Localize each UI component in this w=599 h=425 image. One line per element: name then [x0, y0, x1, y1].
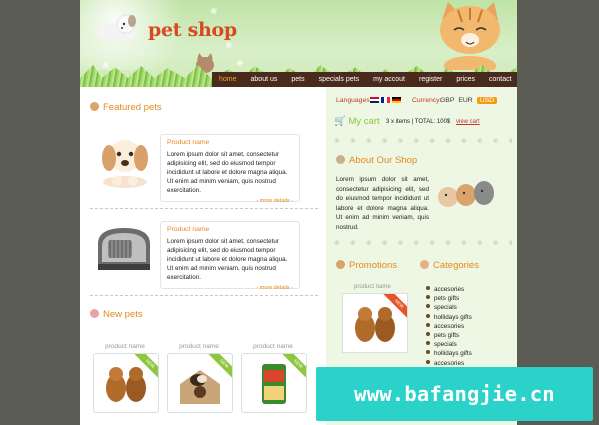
divider	[90, 208, 318, 209]
category-item[interactable]: pets gifts	[426, 294, 472, 303]
languages-label: Languages:	[336, 97, 372, 104]
category-item[interactable]: hollidays gifts	[426, 313, 472, 322]
paw-icon: ❀	[236, 58, 244, 68]
flag-en-icon[interactable]	[370, 97, 379, 103]
currency-gbp[interactable]: GBP	[440, 97, 454, 104]
header: pet shop ❀ ❀ ❀ ❀ home about us pets spec…	[80, 0, 517, 87]
watermark-banner: www.bafangjie.cn	[316, 367, 593, 421]
site-logo[interactable]: pet shop	[148, 19, 237, 41]
featured-item-card: Product name Lorem ipsum dolor sit amet,…	[160, 134, 300, 204]
new-pets-heading: New pets	[90, 309, 143, 320]
nav-item-pets[interactable]: pets	[284, 76, 311, 83]
paw-icon: ❀	[210, 6, 218, 16]
category-item[interactable]: specials	[426, 340, 472, 349]
nav-item-register[interactable]: register	[412, 76, 449, 83]
pet-head-icon	[90, 309, 99, 318]
nav-item-about-us[interactable]: about us	[244, 76, 285, 83]
product-frame[interactable]: NEW	[93, 353, 159, 413]
product-name[interactable]: Product name	[167, 139, 293, 146]
new-pet-item[interactable]: product name NEW	[93, 343, 159, 413]
product-name[interactable]: product name	[167, 343, 231, 350]
new-pet-item[interactable]: product name NEW	[241, 343, 307, 413]
nav-item-my-account[interactable]: my accout	[366, 76, 412, 83]
promotions-heading: Promotions	[336, 260, 397, 271]
paw-divider: ❀❀❀❀❀❀❀❀❀❀❀❀	[334, 138, 512, 145]
category-item[interactable]: pets gifts	[426, 331, 472, 340]
categories-heading: Categories	[420, 260, 479, 271]
more-details-link[interactable]: - more details -	[167, 285, 293, 291]
currency-options: GBP EUR USD	[436, 97, 498, 104]
about-title: About Our Shop	[349, 155, 418, 166]
more-details-link[interactable]: - more details -	[167, 198, 293, 204]
paw-divider: ❀❀❀❀❀❀❀❀❀❀❀❀	[334, 240, 512, 247]
nav-item-home[interactable]: home	[212, 76, 244, 83]
pets-group-image	[438, 181, 494, 207]
pet-head-icon	[90, 102, 99, 111]
puppy-image[interactable]	[95, 132, 155, 190]
product-description: Lorem ipsum dolor sit amet, consectetur …	[167, 238, 288, 281]
promotions-title: Promotions	[349, 260, 398, 271]
pet-head-icon	[336, 155, 345, 164]
new-pets-title: New pets	[103, 309, 143, 320]
page: pet shop ❀ ❀ ❀ ❀ home about us pets spec…	[80, 0, 517, 425]
featured-pets-heading: Featured pets	[90, 102, 162, 113]
paw-icon: ❀	[102, 60, 110, 70]
nav-item-contact[interactable]: contact	[482, 76, 517, 83]
divider	[90, 295, 318, 296]
product-frame[interactable]: NEW	[241, 353, 307, 413]
featured-pets-title: Featured pets	[103, 102, 162, 113]
currency-usd[interactable]: USD	[476, 97, 498, 104]
category-item[interactable]: specials	[426, 303, 472, 312]
featured-item-card: Product name Lorem ipsum dolor sit amet,…	[160, 221, 300, 291]
new-pet-item[interactable]: product name NEW	[167, 343, 233, 413]
pet-head-icon	[420, 260, 429, 269]
pet-head-icon	[336, 260, 345, 269]
cart-icon: 🛒	[334, 116, 346, 127]
about-text: Lorem ipsum dolor sit amet, consectetur …	[336, 176, 429, 231]
product-name[interactable]: product name	[354, 284, 391, 290]
paw-icon: ❀	[225, 40, 233, 50]
product-name[interactable]: Product name	[167, 226, 293, 233]
pet-carrier-image[interactable]	[94, 222, 156, 274]
category-item[interactable]: accesories	[426, 285, 472, 294]
dog-mascot-icon	[97, 14, 137, 41]
kitten-mascot-icon	[440, 2, 500, 70]
product-description: Lorem ipsum dolor sit amet, consectetur …	[167, 151, 288, 194]
product-name[interactable]: product name	[93, 343, 157, 350]
cart-heading: 🛒 My cart	[334, 116, 380, 127]
about-heading: About Our Shop	[336, 155, 417, 166]
category-item[interactable]: accesories	[426, 322, 472, 331]
flag-de-icon[interactable]	[392, 97, 401, 103]
flag-fr-icon[interactable]	[381, 97, 390, 103]
currency-eur[interactable]: EUR	[458, 97, 472, 104]
language-flags	[370, 97, 403, 104]
nav-item-specials-pets[interactable]: specials pets	[312, 76, 366, 83]
product-name[interactable]: product name	[241, 343, 305, 350]
cart-summary: 3 x items | TOTAL: 100$	[386, 119, 451, 125]
promo-product-frame[interactable]: NEW	[342, 293, 408, 353]
cart-title: My cart	[348, 116, 380, 127]
main-nav: home about us pets specials pets my acco…	[212, 72, 517, 87]
categories-list: accesories pets gifts specials hollidays…	[426, 285, 472, 368]
nav-item-prices[interactable]: prices	[449, 76, 482, 83]
category-item[interactable]: hollidays gifts	[426, 349, 472, 358]
product-frame[interactable]: NEW	[167, 353, 233, 413]
categories-title: Categories	[433, 260, 479, 271]
view-cart-link[interactable]: view cart	[456, 119, 480, 125]
